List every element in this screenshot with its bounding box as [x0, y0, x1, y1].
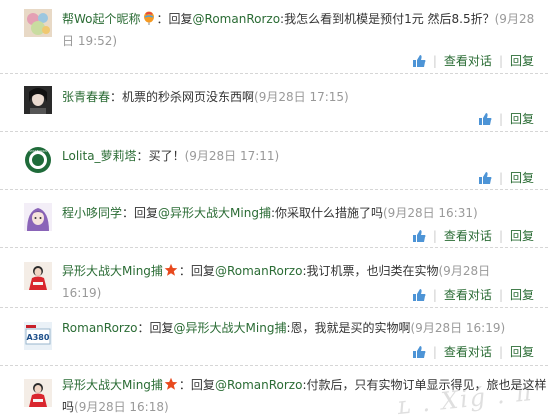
mention-link[interactable]: @RomanRorzo	[215, 378, 303, 392]
reply-prefix: ：回复	[178, 378, 215, 392]
balloon-icon	[142, 10, 156, 25]
reply-link[interactable]: 回复	[510, 345, 534, 359]
comment-body: 帮Wo起个昵称 ：回复@RomanRorzo:我怎么看到机模是预付1元 然后8.5…	[62, 8, 542, 52]
comment-actions: | 查看对话 | 回复	[412, 343, 534, 361]
separator: |	[498, 288, 503, 302]
username-link[interactable]: 异形大战大Ming捕	[62, 264, 163, 278]
coffee-logo-avatar[interactable]: STARBUCKS	[24, 146, 52, 174]
comment-text: :我怎么看到机模是预付1元 然后8.5折？	[280, 12, 495, 26]
comment-text: :我订机票，也归类在实物	[302, 264, 439, 278]
comment-body: Lolita_萝莉塔：买了！(9月28日 17:11)	[62, 145, 532, 167]
mention-link[interactable]: @异形大战大Ming捕	[158, 206, 271, 220]
comment-text: 买了！	[148, 149, 185, 163]
comment-body: 异形大战大Ming捕 ：回复@RomanRorzo:付款后，只有实物订单显示得见，…	[62, 374, 548, 418]
reply-prefix: ：回复	[156, 12, 193, 26]
username-link[interactable]: 异形大战大Ming捕	[62, 378, 163, 392]
mention-link[interactable]: @异形大战大Ming捕	[174, 321, 287, 335]
reply-link[interactable]: 回复	[510, 288, 534, 302]
comment-time: (9月28日 17:15)	[254, 90, 349, 104]
thumbs-up-icon[interactable]	[478, 171, 492, 185]
username-link[interactable]: 张青春春	[62, 90, 110, 104]
reply-link[interactable]: 回复	[510, 229, 534, 243]
svg-text:STARBUCKS: STARBUCKS	[29, 149, 47, 153]
comment-actions: | 查看对话 | 回复	[412, 52, 534, 70]
reply-prefix: ：回复	[137, 321, 174, 335]
mention-link[interactable]: @RomanRorzo	[193, 12, 281, 26]
comment-item: 张青春春：机票的秒杀网页没东西啊(9月28日 17:15) | 回复	[0, 74, 548, 132]
username-link[interactable]: RomanRorzo	[62, 321, 138, 335]
view-dialog-link[interactable]: 查看对话	[444, 345, 492, 359]
reply-prefix: ：回复	[122, 206, 159, 220]
separator: |	[432, 54, 437, 68]
username-link[interactable]: Lolita_萝莉塔	[62, 149, 137, 163]
anime-avatar[interactable]	[24, 203, 52, 231]
view-dialog-link[interactable]: 查看对话	[444, 288, 492, 302]
comment-item: A380 RomanRorzo：回复@异形大战大Ming捕:恩，我就是买的实物啊…	[0, 308, 548, 366]
comment-text: :恩，我就是买的实物啊	[286, 321, 411, 335]
star-icon	[164, 262, 178, 276]
thumbs-up-icon[interactable]	[412, 288, 426, 302]
comment-body: 张青春春：机票的秒杀网页没东西啊(9月28日 17:15)	[62, 86, 532, 108]
thumbs-up-icon[interactable]	[412, 229, 426, 243]
username-link[interactable]: 帮Wo起个昵称	[62, 12, 141, 26]
red-figure-avatar[interactable]	[24, 262, 52, 290]
separator: |	[498, 345, 503, 359]
separator: |	[432, 345, 437, 359]
comment-actions: | 查看对话 | 回复	[412, 227, 534, 245]
username-link[interactable]: 程小哆同学	[62, 206, 122, 220]
comment-item: 程小哆同学：回复@异形大战大Ming捕:你采取什么措施了吗(9月28日 16:3…	[0, 190, 548, 248]
comment-text: 机票的秒杀网页没东西啊	[122, 90, 255, 104]
reply-prefix: ：	[136, 149, 149, 163]
comment-text: :你采取什么措施了吗	[270, 206, 383, 220]
star-icon	[164, 376, 178, 390]
view-dialog-link[interactable]: 查看对话	[444, 229, 492, 243]
comment-item: STARBUCKS Lolita_萝莉塔：买了！(9月28日 17:11) | 回…	[0, 132, 548, 190]
comment-time: (9月28日 16:19)	[410, 321, 506, 335]
comment-time: (9月28日 16:31)	[383, 206, 478, 220]
thumbs-up-icon[interactable]	[478, 112, 492, 126]
colorful-avatar[interactable]	[24, 9, 52, 37]
comment-item: 异形大战大Ming捕 ：回复@RomanRorzo:我订机票，也归类在实物(9月2…	[0, 248, 548, 308]
separator: |	[498, 171, 503, 185]
view-dialog-link[interactable]: 查看对话	[444, 54, 492, 68]
red-figure-avatar[interactable]	[24, 379, 52, 407]
separator: |	[498, 54, 503, 68]
a380-avatar[interactable]: A380	[24, 322, 52, 350]
mention-link[interactable]: @RomanRorzo	[215, 264, 303, 278]
thumbs-up-icon[interactable]	[412, 345, 426, 359]
comment-time: (9月28日 17:11)	[184, 149, 280, 163]
reply-prefix: ：	[110, 90, 123, 104]
portrait-avatar[interactable]	[24, 86, 52, 114]
separator: |	[432, 229, 437, 243]
comment-item: 异形大战大Ming捕 ：回复@RomanRorzo:付款后，只有实物订单显示得见，…	[0, 366, 548, 417]
reply-link[interactable]: 回复	[510, 171, 534, 185]
comment-item: 帮Wo起个昵称 ：回复@RomanRorzo:我怎么看到机模是预付1元 然后8.5…	[0, 0, 548, 74]
comment-body: 程小哆同学：回复@异形大战大Ming捕:你采取什么措施了吗(9月28日 16:3…	[62, 202, 532, 224]
separator: |	[498, 112, 503, 126]
reply-prefix: ：回复	[178, 264, 215, 278]
comment-actions: | 回复	[478, 110, 534, 128]
reply-link[interactable]: 回复	[510, 54, 534, 68]
svg-text:A380: A380	[27, 333, 50, 342]
comment-actions: | 回复	[478, 169, 534, 187]
comment-body: RomanRorzo：回复@异形大战大Ming捕:恩，我就是买的实物啊(9月28…	[62, 317, 532, 339]
comment-time: (9月28日 16:18)	[74, 400, 169, 414]
thumbs-up-icon[interactable]	[412, 54, 426, 68]
separator: |	[432, 288, 437, 302]
comment-actions: | 查看对话 | 回复	[412, 286, 534, 304]
separator: |	[498, 229, 503, 243]
reply-link[interactable]: 回复	[510, 112, 534, 126]
